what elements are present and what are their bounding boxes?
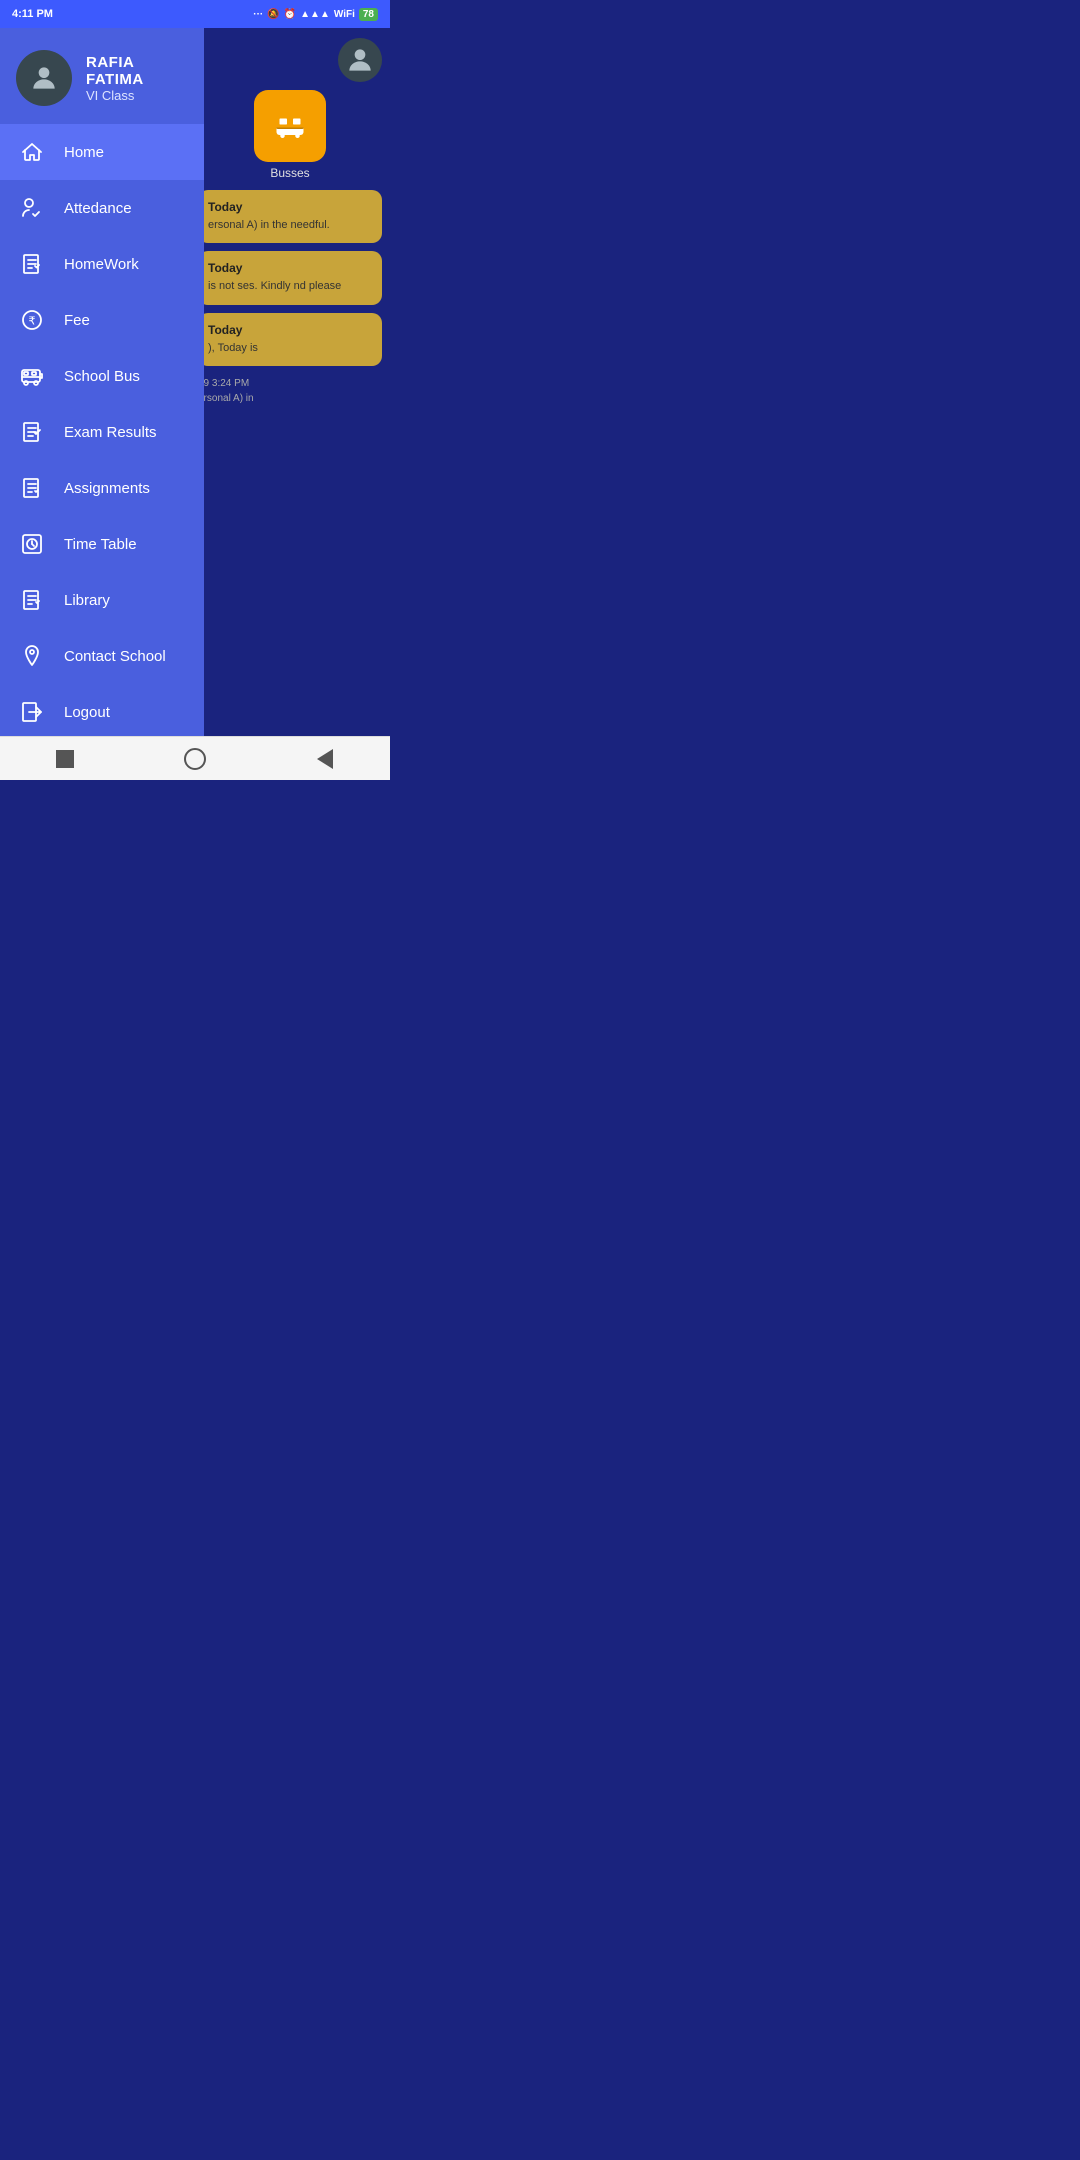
menu-item-attendance[interactable]: Attedance [0, 180, 204, 236]
signal-icon: ▲▲▲ [300, 9, 330, 20]
home-icon [18, 138, 46, 166]
menu-label-contact-school: Contact School [64, 648, 166, 665]
right-user-avatar [338, 38, 382, 82]
status-bar: 4:11 PM ··· 🔕 ⏰ ▲▲▲ WiFi 78 [0, 0, 390, 28]
menu-item-contact-school[interactable]: Contact School [0, 628, 204, 684]
signal-dots: ··· [253, 9, 263, 20]
home-button[interactable] [177, 741, 213, 777]
menu-item-assignments[interactable]: Assignments [0, 460, 204, 516]
menu-label-home: Home [64, 144, 104, 161]
contact-school-icon [18, 642, 46, 670]
menu-label-exam-results: Exam Results [64, 424, 157, 441]
menu-label-logout: Logout [64, 704, 110, 721]
footer-text: ersonal A) in [198, 393, 382, 404]
user-avatar [16, 50, 72, 106]
menu-item-time-table[interactable]: Time Table [0, 516, 204, 572]
user-section: RAFIA FATIMA VI Class [0, 28, 204, 124]
recent-apps-button[interactable] [47, 741, 83, 777]
circle-icon [184, 748, 206, 770]
footer-timestamp: 19 3:24 PM [198, 374, 382, 393]
right-panel: Busses Today ersonal A) in the needful. … [190, 28, 390, 736]
user-info: RAFIA FATIMA VI Class [86, 54, 188, 103]
notification-card-1: Today ersonal A) in the needful. [198, 190, 382, 243]
user-name: RAFIA FATIMA [86, 54, 188, 88]
back-button[interactable] [307, 741, 343, 777]
bottom-navigation [0, 736, 390, 780]
logout-icon [18, 698, 46, 726]
busses-icon-box[interactable] [254, 90, 326, 162]
main-layout: Busses Today ersonal A) in the needful. … [0, 28, 390, 736]
menu-label-school-bus: School Bus [64, 368, 140, 385]
status-icons: ··· 🔕 ⏰ ▲▲▲ WiFi 78 [253, 8, 378, 21]
alarm-icon: ⏰ [284, 9, 296, 20]
menu-item-home[interactable]: Home [0, 124, 204, 180]
triangle-icon [317, 749, 333, 769]
notification-card-3: Today ), Today is [198, 313, 382, 366]
mute-icon: 🔕 [267, 9, 279, 20]
menu-label-library: Library [64, 592, 110, 609]
bus-icon [272, 108, 308, 144]
menu-item-library[interactable]: Library [0, 572, 204, 628]
menu-label-fee: Fee [64, 312, 90, 329]
user-class: VI Class [86, 88, 188, 103]
svg-text:₹: ₹ [29, 316, 36, 328]
school-bus-icon [18, 362, 46, 390]
library-icon [18, 586, 46, 614]
navigation-drawer: RAFIA FATIMA VI Class Home [0, 28, 204, 736]
assignments-icon [18, 474, 46, 502]
notification-card-2: Today is not ses. Kindly nd please [198, 251, 382, 304]
menu-item-fee[interactable]: ₹ Fee [0, 292, 204, 348]
attendance-icon [18, 194, 46, 222]
menu-label-time-table: Time Table [64, 536, 137, 553]
right-avatar-area [198, 38, 382, 82]
menu-item-school-bus[interactable]: School Bus [0, 348, 204, 404]
status-time: 4:11 PM [12, 8, 53, 20]
battery-indicator: 78 [359, 8, 378, 21]
menu-label-attendance: Attedance [64, 200, 132, 217]
menu-label-homework: HomeWork [64, 256, 139, 273]
menu-item-logout[interactable]: Logout [0, 684, 204, 736]
fee-icon: ₹ [18, 306, 46, 334]
exam-results-icon [18, 418, 46, 446]
menu-item-homework[interactable]: HomeWork [0, 236, 204, 292]
menu-item-exam-results[interactable]: Exam Results [0, 404, 204, 460]
busses-label: Busses [198, 166, 382, 180]
menu-label-assignments: Assignments [64, 480, 150, 497]
wifi-icon: WiFi [334, 9, 355, 20]
time-table-icon [18, 530, 46, 558]
menu-list: Home Attedance [0, 124, 204, 736]
square-icon [56, 750, 74, 768]
homework-icon [18, 250, 46, 278]
